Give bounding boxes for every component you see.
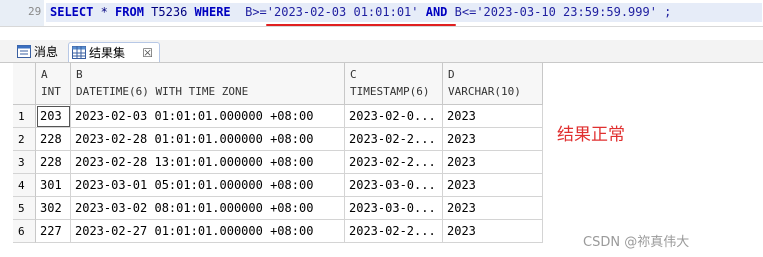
row-number[interactable]: 3 <box>13 151 36 174</box>
column-letter: A <box>41 68 48 81</box>
table-cell-d[interactable]: 2023 <box>443 174 543 197</box>
row-number[interactable]: 2 <box>13 128 36 151</box>
table-cell-b[interactable]: 2023-02-28 01:01:01.000000 +08:00 <box>71 128 345 151</box>
grid-corner <box>13 63 36 105</box>
sql-token: WHERE <box>194 5 231 19</box>
result-normal-annotation: 结果正常 <box>557 125 625 145</box>
table-cell-b[interactable]: 2023-02-28 13:01:01.000000 +08:00 <box>71 151 345 174</box>
column-type: TIMESTAMP(6) <box>350 85 430 98</box>
table-cell-a[interactable]: 227 <box>36 220 71 243</box>
table-cell-c[interactable]: 2023-02-0... <box>345 105 443 128</box>
red-underline-annotation <box>266 24 456 26</box>
column-type: VARCHAR(10) <box>448 85 521 98</box>
table-cell-a[interactable]: 228 <box>36 128 71 151</box>
table-cell-a[interactable]: 203 <box>36 105 71 128</box>
table-cell-a[interactable]: 302 <box>36 197 71 220</box>
tab-messages[interactable]: 消息 <box>14 42 74 62</box>
sql-token: B>='2023-02-03 01:01:01' <box>230 5 426 19</box>
column-header-b[interactable]: B DATETIME(6) WITH TIME ZONE <box>71 63 345 105</box>
sql-token: SELECT <box>50 5 94 19</box>
table-cell-d[interactable]: 2023 <box>443 128 543 151</box>
sql-token: AND <box>425 5 448 19</box>
sql-token: * <box>93 5 116 19</box>
tab-results[interactable]: 结果集 ☒ <box>68 42 160 62</box>
table-cell-b[interactable]: 2023-03-01 05:01:01.000000 +08:00 <box>71 174 345 197</box>
column-letter: D <box>448 68 455 81</box>
editor-gutter: 29 <box>0 0 44 26</box>
table-cell-a[interactable]: 228 <box>36 151 71 174</box>
table-cell-a[interactable]: 301 <box>36 174 71 197</box>
table-cell-d[interactable]: 2023 <box>443 197 543 220</box>
row-number[interactable]: 4 <box>13 174 36 197</box>
sql-token: B<='2023-03-10 23:59:59.999' ; <box>447 5 672 19</box>
sql-editor[interactable]: 29 SELECT * FROM T5236 WHERE B>='2023-02… <box>0 0 763 27</box>
table-cell-b[interactable]: 2023-02-27 01:01:01.000000 +08:00 <box>71 220 345 243</box>
tab-results-label: 结果集 <box>89 46 126 60</box>
row-number[interactable]: 5 <box>13 197 36 220</box>
column-header-d[interactable]: D VARCHAR(10) <box>443 63 543 105</box>
table-cell-b[interactable]: 2023-03-02 08:01:01.000000 +08:00 <box>71 197 345 220</box>
watermark: CSDN @祢真伟大 <box>583 235 690 250</box>
table-cell-b[interactable]: 2023-02-03 01:01:01.000000 +08:00 <box>71 105 345 128</box>
sql-code-line[interactable]: SELECT * FROM T5236 WHERE B>='2023-02-03… <box>46 3 762 22</box>
grid-icon <box>72 46 86 59</box>
table-cell-d[interactable]: 2023 <box>443 105 543 128</box>
column-header-a[interactable]: A INT <box>36 63 71 105</box>
sql-token: T5236 <box>143 5 195 19</box>
column-type: DATETIME(6) WITH TIME ZONE <box>76 85 249 98</box>
table-cell-c[interactable]: 2023-02-2... <box>345 151 443 174</box>
close-icon[interactable]: ☒ <box>142 43 153 63</box>
row-number[interactable]: 6 <box>13 220 36 243</box>
table-cell-d[interactable]: 2023 <box>443 220 543 243</box>
table-cell-c[interactable]: 2023-03-0... <box>345 197 443 220</box>
column-header-c[interactable]: C TIMESTAMP(6) <box>345 63 443 105</box>
row-number[interactable]: 1 <box>13 105 36 128</box>
message-icon <box>17 45 31 58</box>
table-cell-c[interactable]: 2023-03-0... <box>345 174 443 197</box>
table-cell-c[interactable]: 2023-02-2... <box>345 220 443 243</box>
line-number: 29 <box>28 5 42 18</box>
column-letter: C <box>350 68 357 81</box>
table-cell-c[interactable]: 2023-02-2... <box>345 128 443 151</box>
tab-messages-label: 消息 <box>34 45 59 59</box>
table-cell-d[interactable]: 2023 <box>443 151 543 174</box>
column-letter: B <box>76 68 83 81</box>
result-tab-bar: 消息 结果集 ☒ <box>0 40 763 63</box>
grid-left-margin <box>0 63 13 237</box>
column-type: INT <box>41 85 61 98</box>
sql-token: FROM <box>115 5 144 19</box>
